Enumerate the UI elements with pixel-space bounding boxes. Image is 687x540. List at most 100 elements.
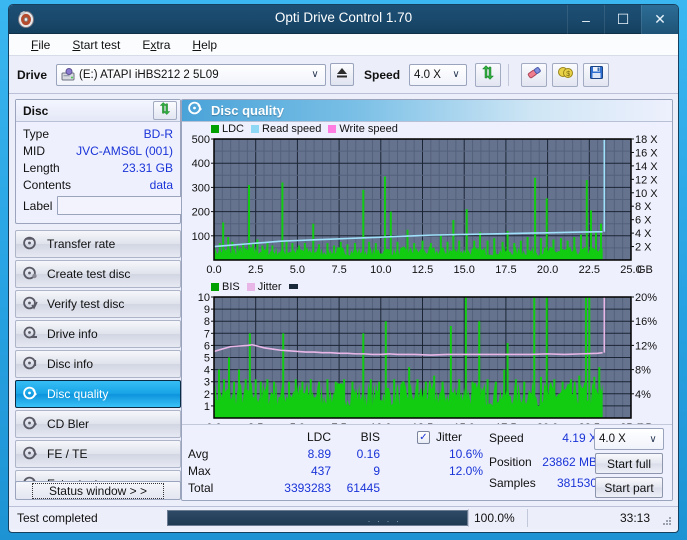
- svg-text:8%: 8%: [635, 365, 651, 377]
- samples-stat-label: Samples: [489, 476, 536, 490]
- samples-stat-value: 381530: [532, 476, 597, 490]
- menu-extra[interactable]: Extra: [142, 38, 170, 52]
- toolbar-separator: [508, 64, 509, 86]
- legend-label: Read speed: [262, 123, 321, 135]
- sidebar-item-drive-info[interactable]: Drive info: [15, 320, 181, 348]
- sidebar-item-label: CD Bler: [47, 417, 89, 431]
- speed-select[interactable]: 4.0 X ∨: [409, 64, 467, 86]
- disc-test-icon: [23, 236, 38, 253]
- legend-marker: [289, 284, 301, 289]
- stats-avg-jitter: 10.6%: [423, 447, 483, 461]
- top-chart[interactable]: 1002003004005002 X4 X6 X8 X10 X12 X14 X1…: [184, 135, 670, 278]
- test-speed-select[interactable]: 4.0 X ∨: [594, 428, 664, 450]
- svg-text:4 X: 4 X: [635, 228, 652, 240]
- legend-swatch: [251, 125, 259, 133]
- svg-text:6: 6: [204, 340, 210, 352]
- start-part-button[interactable]: Start part: [595, 477, 663, 498]
- disc-panel-header: Disc: [16, 100, 180, 122]
- drive-info-icon: [23, 326, 38, 343]
- sidebar-item-disc-info[interactable]: Disc info: [15, 350, 181, 378]
- disc-row-value: 23.31 GB: [122, 161, 173, 175]
- legend-label: LDC: [222, 123, 244, 135]
- erase-button[interactable]: [521, 63, 547, 87]
- menu-start-test[interactable]: Start test: [72, 38, 120, 52]
- position-stat-value: 23862 MB: [532, 455, 597, 469]
- minimize-button[interactable]: –: [567, 5, 604, 34]
- svg-text:10 X: 10 X: [635, 188, 658, 200]
- svg-text:100: 100: [192, 231, 210, 243]
- disc-burn-icon: [23, 266, 38, 283]
- eraser-icon: [526, 65, 543, 85]
- menu-file[interactable]: File: [31, 38, 50, 52]
- sidebar-item-verify-test-disc[interactable]: Verify test disc: [15, 290, 181, 318]
- svg-text:12.5: 12.5: [412, 264, 433, 276]
- svg-text:10: 10: [198, 293, 210, 304]
- svg-text:500: 500: [192, 135, 210, 146]
- coins-button[interactable]: $: [552, 63, 578, 87]
- svg-text:2 X: 2 X: [635, 242, 652, 254]
- disc-quality-icon: [188, 101, 203, 120]
- svg-text:8 X: 8 X: [635, 201, 652, 213]
- drive-label: Drive: [17, 68, 47, 82]
- svg-text:$: $: [566, 71, 570, 78]
- svg-text:1: 1: [204, 401, 210, 413]
- svg-text:7: 7: [204, 328, 210, 340]
- nav-list: Transfer rate Create test disc Verify te…: [15, 230, 181, 498]
- svg-text:16%: 16%: [635, 316, 657, 328]
- bottom-chart-svg: 123456789104%8%12%16%20%0.02.55.07.510.0…: [184, 293, 673, 436]
- legend-label: Write speed: [339, 123, 398, 135]
- sidebar: Disc Type: [9, 94, 181, 506]
- sidebar-item-create-test-disc[interactable]: Create test disc: [15, 260, 181, 288]
- legend-swatch-dark: [289, 284, 298, 289]
- legend-swatch: [211, 125, 219, 133]
- menu-help[interactable]: Help: [192, 38, 217, 52]
- maximize-button[interactable]: ☐: [604, 5, 641, 34]
- legend-entry-read-speed: Read speed: [251, 123, 321, 135]
- stats-avg-ldc: 8.89: [287, 447, 331, 461]
- refresh-button[interactable]: [475, 63, 501, 87]
- resize-grip-icon[interactable]: [661, 514, 673, 526]
- chevron-down-icon: ∨: [307, 69, 323, 80]
- svg-text:0.0: 0.0: [206, 264, 221, 276]
- stats-row-max-label: Max: [188, 464, 211, 478]
- disc-row-value: data: [150, 178, 173, 192]
- stats-total-ldc: 3393283: [242, 481, 331, 495]
- sidebar-item-cd-bler[interactable]: CD Bler: [15, 410, 181, 438]
- svg-text:5: 5: [204, 353, 210, 365]
- legend-swatch: [211, 283, 219, 291]
- jitter-checkbox[interactable]: ✓: [417, 431, 430, 444]
- status-bar: Test completed · · · · 100.0% 33:13: [9, 506, 678, 529]
- legend-entry-write-speed: Write speed: [328, 123, 398, 135]
- svg-text:4: 4: [204, 365, 210, 377]
- disc-row-key: MID: [23, 144, 45, 158]
- charts-container: LDC Read speed Write speed 1002003004005…: [182, 122, 672, 436]
- chevron-down-icon: ∨: [645, 434, 661, 445]
- toolbar: Drive (E:) ATAPI iHBS212 2 5L09 ∨: [9, 56, 678, 94]
- save-button[interactable]: [583, 63, 609, 87]
- stats-max-bis: 9: [335, 464, 380, 478]
- svg-text:9: 9: [204, 304, 210, 316]
- refresh-icon: [480, 65, 496, 85]
- svg-text:20%: 20%: [635, 293, 657, 304]
- sidebar-item-fe-te[interactable]: FE / TE: [15, 440, 181, 468]
- svg-text:14 X: 14 X: [635, 161, 658, 173]
- jitter-label: Jitter: [436, 430, 462, 444]
- drive-icon: [61, 68, 75, 81]
- coins-icon: $: [557, 65, 574, 85]
- status-window-button[interactable]: Status window > >: [15, 481, 181, 500]
- chevron-down-icon: ∨: [448, 69, 464, 80]
- speed-label: Speed: [364, 68, 400, 82]
- eject-button[interactable]: [330, 63, 354, 86]
- sidebar-item-disc-quality[interactable]: Disc quality: [15, 380, 181, 408]
- bottom-chart[interactable]: 123456789104%8%12%16%20%0.02.55.07.510.0…: [184, 293, 670, 436]
- test-speed-value: 4.0 X: [599, 433, 626, 445]
- fe-te-icon: [23, 446, 38, 463]
- stats-col-bis: BIS: [340, 430, 380, 444]
- sidebar-item-transfer-rate[interactable]: Transfer rate: [15, 230, 181, 258]
- disc-refresh-button[interactable]: [153, 101, 177, 120]
- svg-text:12%: 12%: [635, 340, 657, 352]
- close-button[interactable]: ✕: [641, 5, 678, 34]
- start-full-button[interactable]: Start full: [595, 453, 663, 474]
- svg-text:7.5: 7.5: [331, 264, 346, 276]
- drive-select[interactable]: (E:) ATAPI iHBS212 2 5L09 ∨: [56, 64, 326, 86]
